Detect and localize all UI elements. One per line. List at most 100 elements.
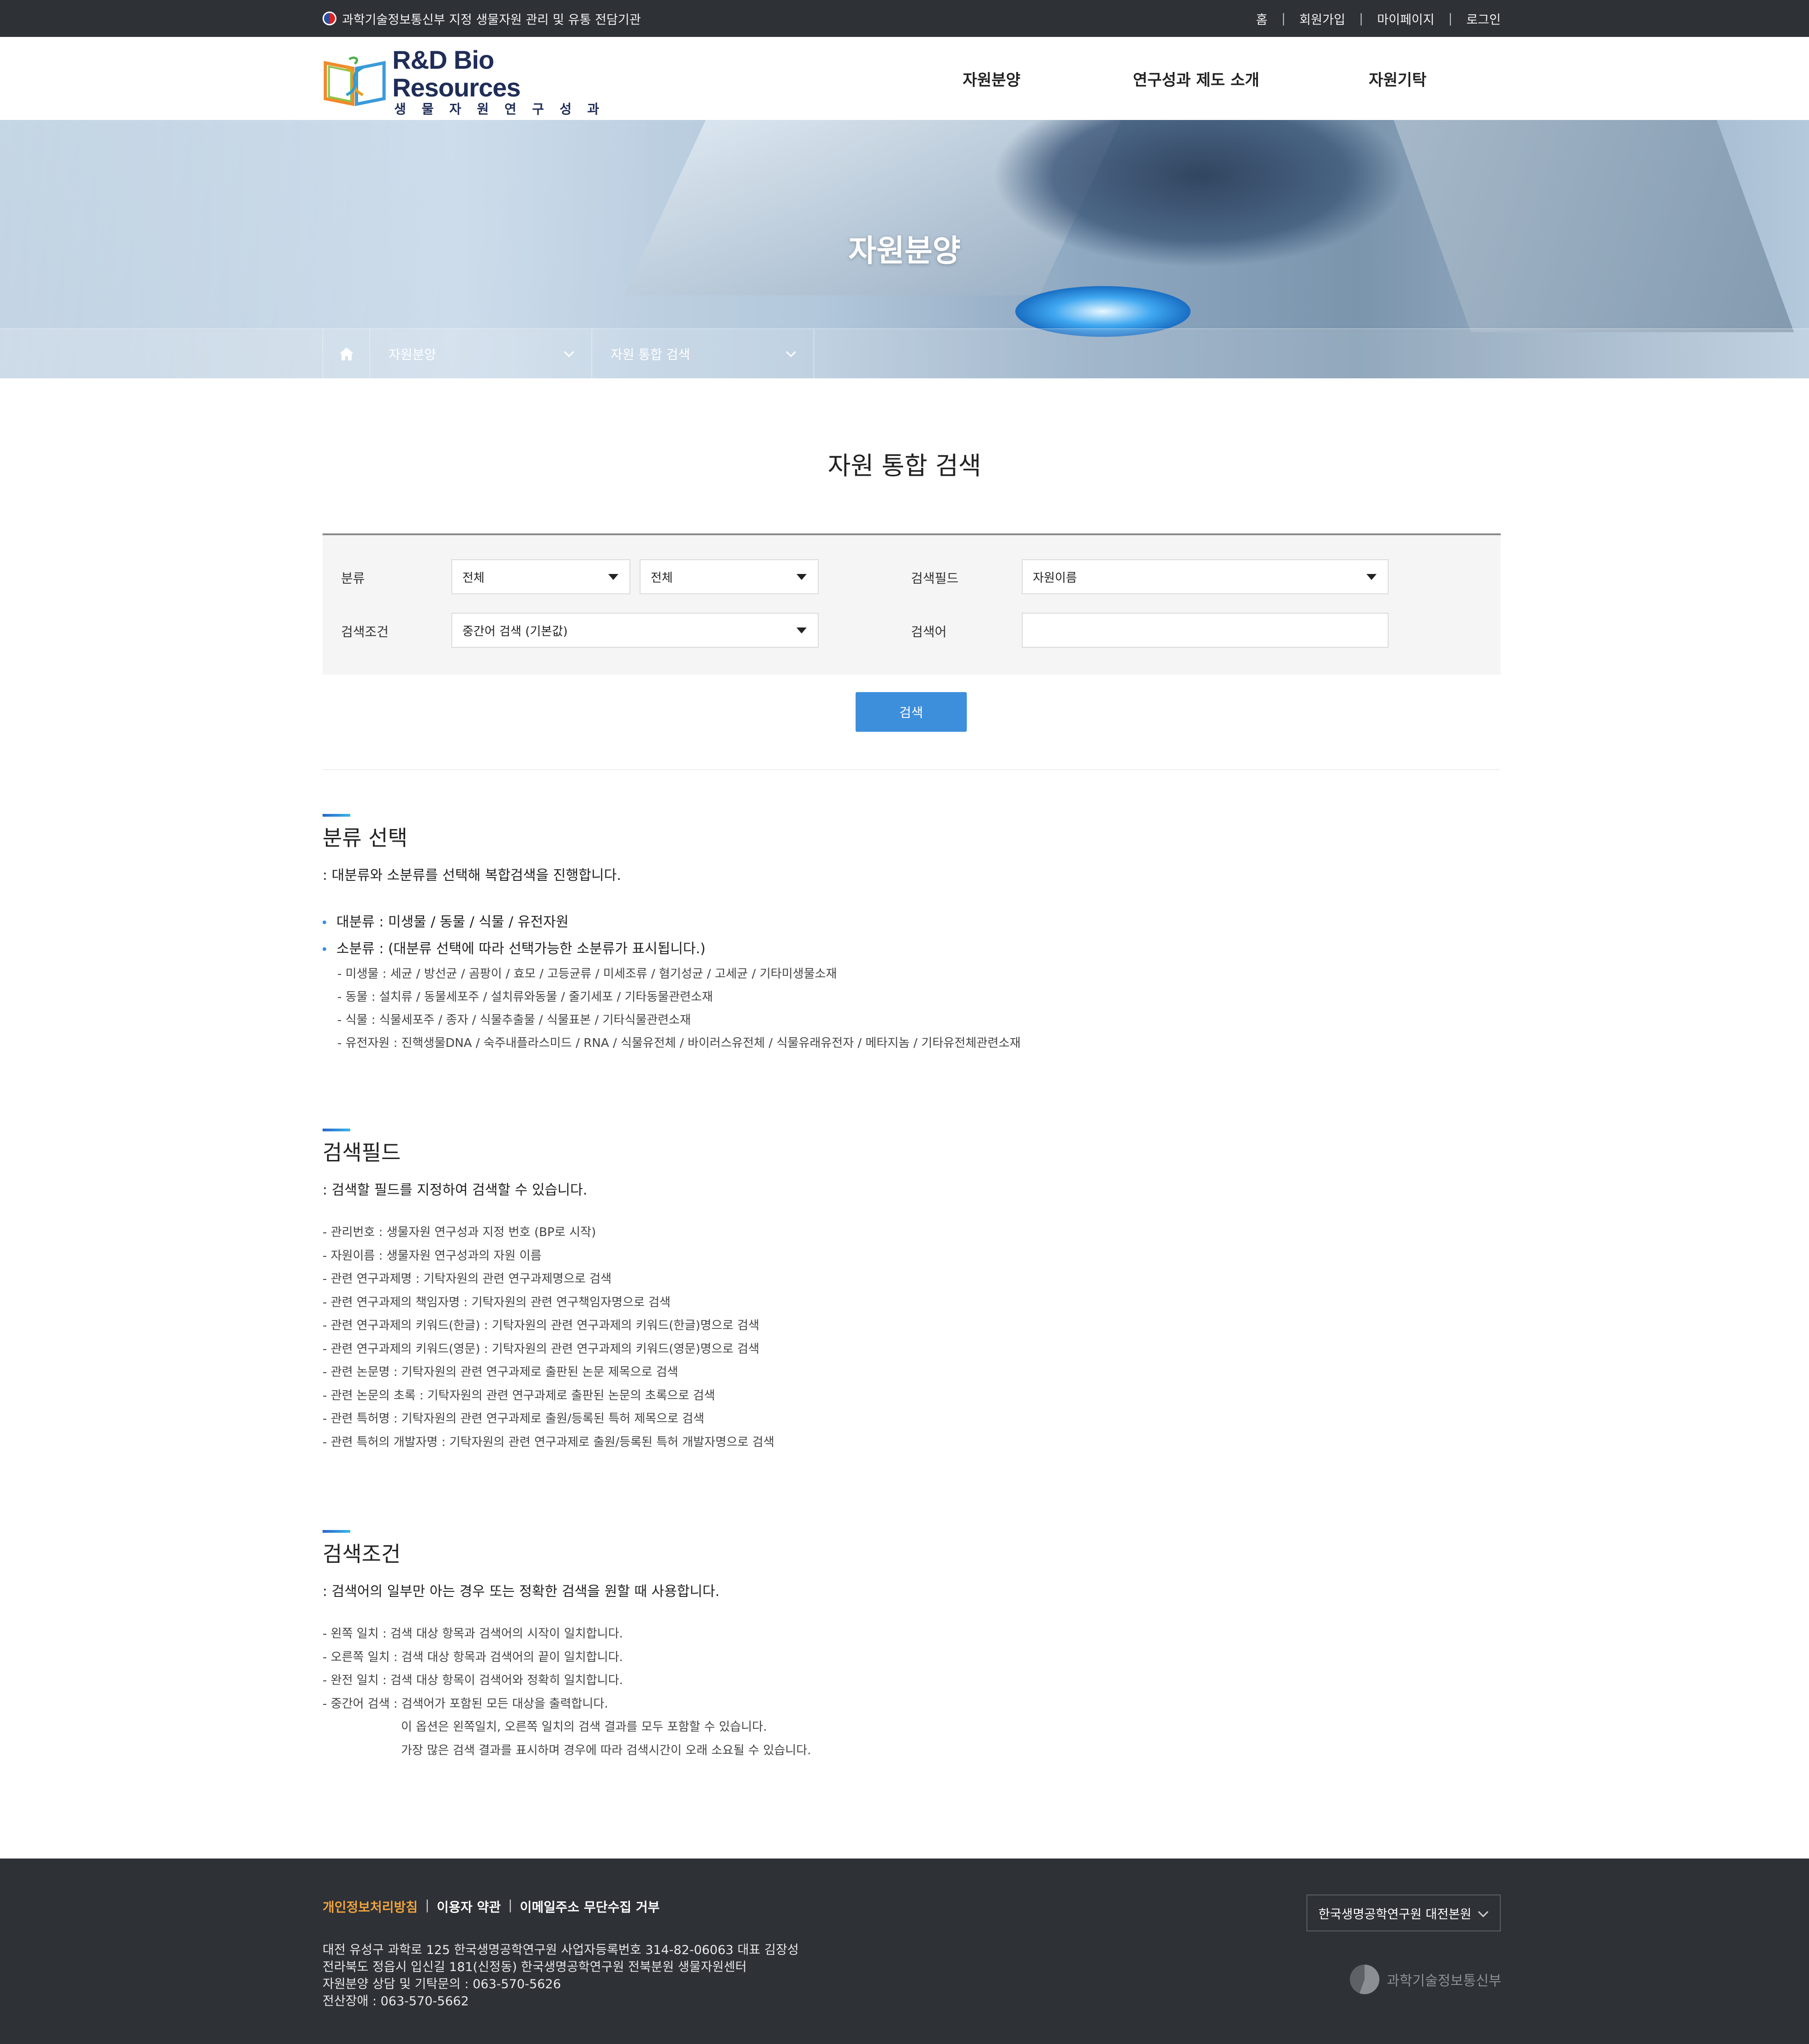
list-item: - 관련 특허명 : 기탁자원의 관련 연구과제로 출원/등록된 특허 제목으로… [323, 1412, 705, 1426]
list-item: - 관련 연구과제명 : 기탁자원의 관련 연구과제명으로 검색 [323, 1272, 612, 1286]
category-label: 분류 [341, 571, 365, 586]
list-item: - 관련 연구과제의 책임자명 : 기탁자원의 관련 연구책임자명으로 검색 [323, 1295, 671, 1309]
category-minor-value: 전체 [651, 571, 673, 585]
hero-title: 자원분양 [848, 233, 961, 269]
list-item: - 관리번호 : 생물자원 연구성과 지정 번호 (BP로 시작) [323, 1225, 596, 1239]
breadcrumb-level2-label: 자원 통합 검색 [611, 347, 690, 362]
keyword-input[interactable] [1022, 613, 1389, 648]
list-item: - 완전 일치 : 검색 대상 항목이 검색어와 정확히 일치합니다. [323, 1673, 623, 1687]
list-item: - 관련 연구과제의 키워드(영문) : 기탁자원의 관련 연구과제의 키워드(… [323, 1342, 760, 1356]
separator: | [508, 1897, 513, 1913]
signup-link[interactable]: 회원가입 [1300, 10, 1345, 28]
sub-item: - 식물 : 식물세포주 / 종자 / 식물추출물 / 식물표본 / 기타식물관… [337, 1013, 691, 1027]
book-dna-logo-icon [323, 56, 386, 106]
list-item: - 관련 특허의 개발자명 : 기탁자원의 관련 연구과제로 출원/등록된 특허… [323, 1435, 774, 1449]
family-site-value: 한국생명공학연구원 대전본원 [1318, 1907, 1472, 1922]
caret-down-icon [797, 574, 807, 580]
sub-item: - 동물 : 설치류 / 동물세포주 / 설치류와동물 / 줄기세포 / 기타동… [337, 990, 713, 1004]
email-policy-link[interactable]: 이메일주소 무단수집 거부 [520, 1897, 660, 1916]
chevron-down-icon [785, 351, 797, 358]
bullet-item: 대분류 : 미생물 / 동물 / 식물 / 유전자원 [323, 909, 1501, 936]
condition-select[interactable]: 중간어 검색 (기본값) [451, 613, 819, 648]
gov-designation: 과학기술정보통신부 지정 생물자원 관리 및 유통 전담기관 [323, 0, 641, 37]
site-header: R&D Bio Resources 생물자원연구성과 자원분양 연구성과 제도 … [0, 37, 1809, 120]
list-item: - 관련 연구과제의 키워드(한글) : 기탁자원의 관련 연구과제의 키워드(… [323, 1319, 760, 1333]
condition-help-section: 검색조건 : 검색어의 일부만 아는 경우 또는 정확한 검색을 원할 때 사용… [323, 1530, 1501, 1762]
sub-item: - 유전자원 : 진핵생물DNA / 숙주내플라스미드 / RNA / 식물유전… [337, 1036, 1021, 1050]
search-button[interactable]: 검색 [856, 692, 967, 732]
search-field-select[interactable]: 자원이름 [1022, 559, 1389, 594]
category-minor-select[interactable]: 전체 [640, 559, 819, 594]
page-title: 자원 통합 검색 [827, 451, 982, 480]
separator: | [1448, 11, 1453, 26]
login-link[interactable]: 로그인 [1466, 10, 1501, 28]
utility-links: 홈 | 회원가입 | 마이페이지 | 로그인 [1256, 0, 1501, 37]
nav-deposit[interactable]: 자원기탁 [1369, 37, 1426, 120]
chevron-down-icon [563, 351, 575, 358]
search-field-label: 검색필드 [911, 571, 959, 586]
separator: | [1281, 11, 1286, 26]
separator: | [1359, 11, 1364, 26]
field-help-section: 검색필드 : 검색할 필드를 지정하여 검색할 수 있습니다. - 관리번호 :… [323, 1129, 1501, 1454]
footer-links: 개인정보처리방침 | 이용자 약관 | 이메일주소 무단수집 거부 [323, 1897, 659, 1916]
section-title: 검색필드 [323, 1140, 401, 1165]
category-major-select[interactable]: 전체 [451, 559, 630, 594]
condition-label: 검색조건 [341, 624, 389, 639]
sub-item: - 미생물 : 세균 / 방선균 / 곰팡이 / 효모 / 고등균류 / 미세조… [337, 967, 837, 981]
caret-down-icon [1366, 574, 1377, 580]
breadcrumb-home[interactable] [323, 329, 370, 379]
mypage-link[interactable]: 마이페이지 [1377, 10, 1434, 28]
breadcrumb-level1-dropdown[interactable]: 자원분양 [370, 329, 592, 379]
list-item: - 오른쪽 일치 : 검색 대상 항목과 검색어의 끝이 일치합니다. [323, 1650, 623, 1664]
list-item: - 관련 논문명 : 기탁자원의 관련 연구과제로 출판된 논문 제목으로 검색 [323, 1365, 678, 1379]
terms-link[interactable]: 이용자 약관 [437, 1897, 501, 1916]
home-icon [339, 347, 353, 360]
address-line: 자원분양 상담 및 기탁문의 : 063-570-5626 [323, 1977, 561, 1991]
breadcrumb-level1-label: 자원분양 [389, 347, 437, 362]
section-description: : 검색할 필드를 지정하여 검색할 수 있습니다. [323, 1182, 587, 1198]
separator: | [425, 1897, 430, 1913]
divider [323, 769, 1501, 770]
ministry-logo: 과학기술정보통신부 [1350, 1965, 1501, 1994]
nav-distribution[interactable]: 자원분양 [963, 37, 1020, 120]
section-accent-bar [323, 814, 350, 817]
government-emblem-icon [1350, 1965, 1379, 1994]
list-item: - 왼쪽 일치 : 검색 대상 항목과 검색어의 시작이 일치합니다. [323, 1627, 623, 1641]
list-note: 가장 많은 검색 결과를 표시하며 경우에 따라 검색시간이 오래 소요될 수 … [401, 1743, 811, 1757]
list-item: - 중간어 검색 : 검색어가 포함된 모든 대상을 출력합니다. [323, 1697, 608, 1711]
top-utility-bar: 과학기술정보통신부 지정 생물자원 관리 및 유통 전담기관 홈 | 회원가입 … [0, 0, 1809, 37]
search-field-value: 자원이름 [1033, 571, 1077, 585]
address-line: 전산장애 : 063-570-5662 [323, 1994, 469, 2008]
category-major-value: 전체 [462, 571, 485, 585]
bullet-item: 소분류 : (대분류 선택에 따라 선택가능한 소분류가 표시됩니다.) [323, 936, 1501, 962]
section-title: 검색조건 [323, 1542, 401, 1566]
ministry-name: 과학기술정보통신부 [1387, 1973, 1502, 1989]
family-site-select[interactable]: 한국생명공학연구원 대전본원 [1306, 1895, 1501, 1931]
gov-designation-text: 과학기술정보통신부 지정 생물자원 관리 및 유통 전담기관 [342, 12, 641, 27]
address-line: 대전 유성구 과학로 125 한국생명공학연구원 사업자등록번호 314-82-… [323, 1943, 799, 1957]
footer-address: 대전 유성구 과학로 125 한국생명공학연구원 사업자등록번호 314-82-… [323, 1942, 799, 2010]
caret-down-icon [608, 574, 618, 580]
section-description: : 대분류와 소분류를 선택해 복합검색을 진행합니다. [323, 867, 621, 884]
section-description: : 검색어의 일부만 아는 경우 또는 정확한 검색을 원할 때 사용합니다. [323, 1584, 720, 1600]
list-item: - 관련 논문의 초록 : 기탁자원의 관련 연구과제로 출판된 논문의 초록으… [323, 1388, 715, 1403]
list-note: 이 옵션은 왼쪽일치, 오른쪽 일치의 검색 결과를 모두 포함할 수 있습니다… [401, 1720, 767, 1734]
chevron-down-icon [1478, 1907, 1489, 1918]
logo-title: R&D Bio Resources [392, 45, 521, 102]
breadcrumb: 자원분양 자원 통합 검색 [0, 329, 1809, 379]
list-item: - 자원이름 : 생물자원 연구성과의 자원 이름 [323, 1249, 542, 1263]
section-accent-bar [323, 1530, 350, 1533]
breadcrumb-level2-dropdown[interactable]: 자원 통합 검색 [592, 329, 814, 379]
home-link[interactable]: 홈 [1256, 10, 1268, 28]
logo-subtitle: 생물자원연구성과 [394, 102, 615, 117]
section-accent-bar [323, 1129, 350, 1131]
address-line: 전라북도 정읍시 입신길 181(신정동) 한국생명공학연구원 전북분원 생물자… [323, 1960, 747, 1974]
keyword-label: 검색어 [911, 624, 947, 639]
privacy-policy-link[interactable]: 개인정보처리방침 [323, 1897, 418, 1916]
site-footer: 개인정보처리방침 | 이용자 약관 | 이메일주소 무단수집 거부 대전 유성구… [0, 1859, 1809, 2044]
site-logo[interactable]: R&D Bio Resources 생물자원연구성과 [323, 46, 627, 117]
condition-value: 중간어 검색 (기본값) [462, 624, 568, 639]
caret-down-icon [797, 628, 807, 634]
korea-flag-icon [323, 12, 336, 25]
nav-research-intro[interactable]: 연구성과 제도 소개 [1133, 37, 1259, 120]
